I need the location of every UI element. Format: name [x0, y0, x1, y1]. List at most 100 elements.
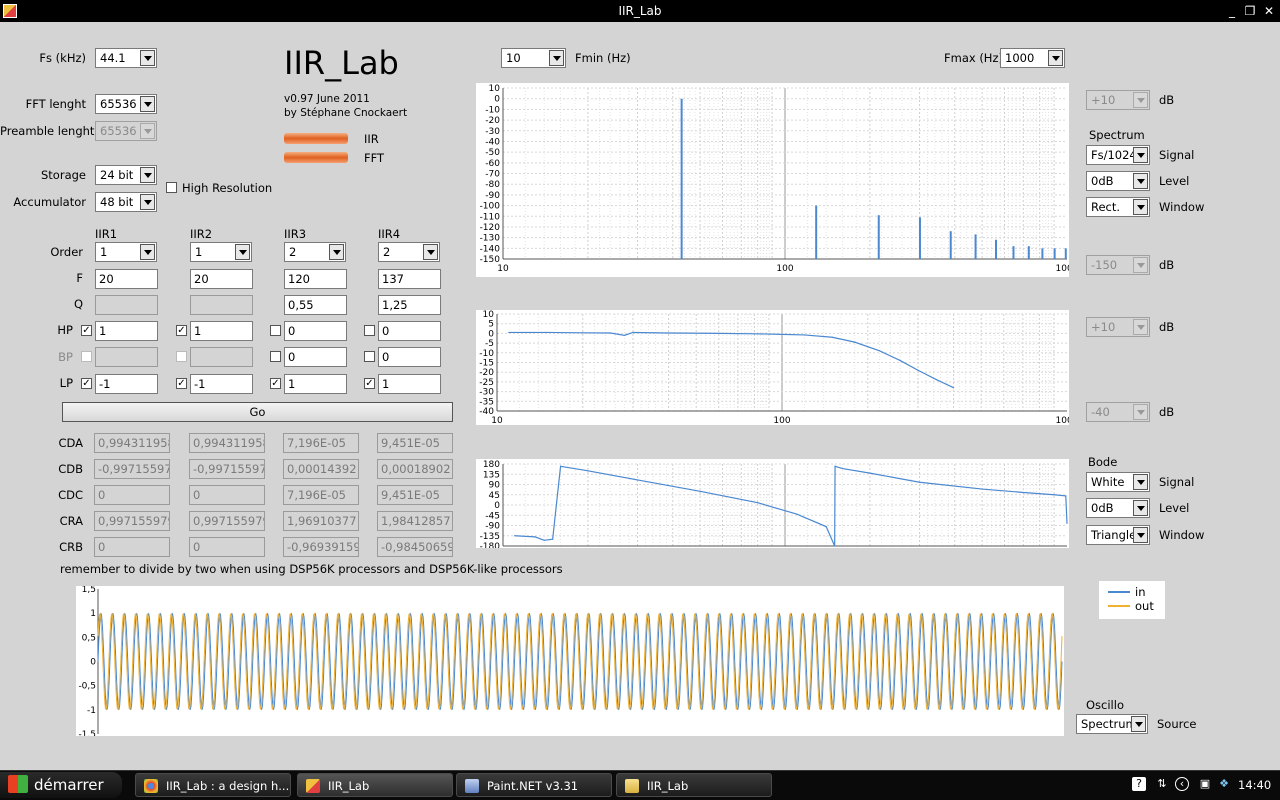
- coef-cdc-iir1: 0: [94, 485, 170, 505]
- q-label: Q: [73, 297, 83, 311]
- help-icon[interactable]: ?: [1132, 777, 1146, 791]
- paintnet-icon: [465, 779, 479, 793]
- iir4-hp-input[interactable]: 0: [378, 321, 441, 341]
- close-button[interactable]: ✕: [1261, 3, 1277, 19]
- iir4-bp-checkbox[interactable]: [364, 351, 375, 362]
- fs-select[interactable]: 44.1: [95, 48, 157, 68]
- windows-logo-icon: [8, 775, 28, 793]
- iir-led-label: IIR: [364, 132, 379, 146]
- accumulator-select[interactable]: 48 bit: [95, 192, 157, 212]
- spectrum-window-select[interactable]: Rect.: [1086, 197, 1150, 217]
- app-icon[interactable]: [3, 4, 17, 18]
- storage-select[interactable]: 24 bit: [95, 165, 157, 185]
- iir2-order-select[interactable]: 1: [190, 242, 252, 262]
- coef-cdc-iir2: 0: [189, 485, 265, 505]
- signal-label: Signal: [1159, 148, 1195, 162]
- maximize-button[interactable]: ❐: [1242, 3, 1258, 19]
- chevron-down-icon: [140, 96, 155, 112]
- bode-level-select[interactable]: 0dB: [1086, 498, 1150, 518]
- bode-window-select[interactable]: Triangle: [1086, 525, 1150, 545]
- y-tick-label: 0,5: [82, 633, 96, 643]
- spectrum-level-select[interactable]: 0dB: [1086, 171, 1150, 191]
- iir4-hp-checkbox[interactable]: [364, 325, 375, 336]
- magnitude-point: [831, 336, 833, 338]
- y-tick-label: -130: [480, 234, 501, 244]
- fft-led-label: FFT: [364, 151, 385, 165]
- dsp-note: remember to divide by two when using DSP…: [60, 562, 563, 576]
- chevron-down-icon: [1131, 716, 1146, 732]
- chevron-down-icon: [140, 123, 155, 139]
- iir4-lp-input[interactable]: 1: [378, 374, 441, 394]
- iir1-order-select[interactable]: 1: [95, 242, 157, 262]
- dropbox-icon[interactable]: ❖: [1217, 777, 1231, 791]
- iir1-hp-checkbox[interactable]: ✓: [81, 325, 92, 336]
- iir3-order-select[interactable]: 2: [284, 242, 346, 262]
- iir2-hp-input[interactable]: 1: [190, 321, 253, 341]
- iir3-bp-checkbox[interactable]: [270, 351, 281, 362]
- folder-icon: [625, 779, 639, 793]
- iir2-hp-checkbox[interactable]: ✓: [176, 325, 187, 336]
- iir2-lp-checkbox[interactable]: ✓: [176, 378, 187, 389]
- minimize-button[interactable]: _: [1224, 3, 1240, 19]
- bode-signal-select[interactable]: White: [1086, 472, 1150, 492]
- iir2-lp-input[interactable]: -1: [190, 374, 253, 394]
- y-tick-label: -40: [485, 137, 500, 147]
- iir4-lp-checkbox[interactable]: ✓: [364, 378, 375, 389]
- phase-point: [587, 470, 589, 472]
- spectrum-signal-select[interactable]: Fs/1024: [1086, 145, 1150, 165]
- network-icon[interactable]: ⇅: [1155, 777, 1169, 791]
- y-tick-label: -10: [479, 349, 494, 359]
- iir3-lp-input[interactable]: 1: [284, 374, 347, 394]
- chevron-down-icon: [140, 244, 155, 260]
- fmax-select[interactable]: 1000: [1000, 48, 1065, 68]
- fmin-select[interactable]: 10: [501, 48, 566, 68]
- iir2-f-input[interactable]: 20: [190, 269, 253, 289]
- y-tick-label: -140: [480, 244, 501, 254]
- task-iir-lab[interactable]: IIR_Lab: [297, 773, 453, 797]
- y-tick-label: -135: [480, 532, 500, 542]
- magnitude-point: [952, 387, 955, 389]
- iir1-hp-input[interactable]: 1: [95, 321, 158, 341]
- phase-point: [918, 481, 921, 483]
- chevron-down-icon: [1133, 147, 1148, 163]
- high-resolution-checkbox[interactable]: [166, 182, 177, 193]
- iir3-lp-checkbox[interactable]: ✓: [270, 378, 281, 389]
- iir3-hp-checkbox[interactable]: [270, 325, 281, 336]
- phase-point: [534, 536, 536, 538]
- coef-label-cdc: CDC: [58, 488, 83, 502]
- y-tick-label: -15: [479, 359, 494, 369]
- iir1-lp-checkbox[interactable]: ✓: [81, 378, 92, 389]
- iir3-q-input[interactable]: 0,55: [284, 295, 347, 315]
- iir1-q-input: [95, 295, 158, 315]
- coef-cda-iir3: 7,196E-05: [283, 433, 359, 453]
- iir4-order-select[interactable]: 2: [378, 242, 440, 262]
- monitor-icon[interactable]: ▣: [1198, 777, 1212, 791]
- iir4-q-input[interactable]: 1,25: [378, 295, 441, 315]
- coef-cra-iir1: 0,9971559793: [94, 511, 170, 531]
- oscillo-chart: 1,5 1 0,5 0 -0,5 -1 -1,5: [76, 585, 1064, 740]
- iir3-hp-input[interactable]: 0: [284, 321, 347, 341]
- iir1-lp-input[interactable]: -1: [95, 374, 158, 394]
- y-tick-label: -1,5: [78, 730, 96, 736]
- iir3-bp-input[interactable]: 0: [284, 347, 347, 367]
- chevron-down-icon: [1133, 500, 1148, 516]
- iir4-f-input[interactable]: 137: [378, 269, 441, 289]
- chart-svg: 1050-5-10-15-20-25-30-35-40101001000: [479, 310, 1078, 426]
- y-tick-label: -90: [485, 191, 500, 201]
- iir3-f-input[interactable]: 120: [284, 269, 347, 289]
- oscillo-title: Oscillo: [1086, 698, 1124, 712]
- task-chrome[interactable]: IIR_Lab : a design h...: [135, 773, 291, 797]
- task-folder[interactable]: IIR_Lab: [616, 773, 772, 797]
- iir1-f-input[interactable]: 20: [95, 269, 158, 289]
- magnitude-point: [582, 332, 584, 334]
- fft-length-select[interactable]: 65536: [95, 94, 157, 114]
- coef-cda-iir2: 0,9943119586: [189, 433, 265, 453]
- back-arrow-icon[interactable]: ‹: [1175, 777, 1189, 791]
- iir4-bp-input[interactable]: 0: [378, 347, 441, 367]
- go-button[interactable]: Go: [62, 402, 453, 422]
- iir-led: [284, 133, 348, 144]
- task-paintnet[interactable]: Paint.NET v3.31: [456, 773, 612, 797]
- magnitude-point: [632, 331, 634, 334]
- spectrum-top-db-select: +10: [1086, 90, 1150, 110]
- oscillo-source-select[interactable]: Spectrum: [1076, 714, 1148, 734]
